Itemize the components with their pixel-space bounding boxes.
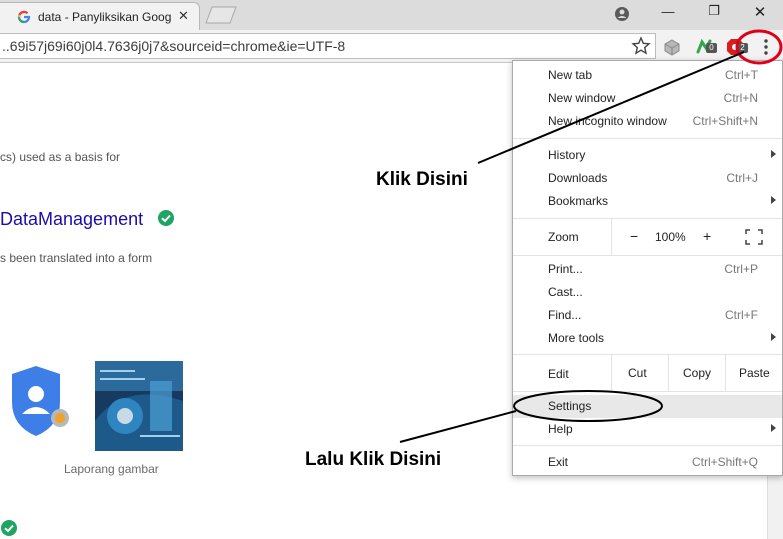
data-illustration-image[interactable] bbox=[95, 361, 183, 451]
submenu-arrow-icon bbox=[771, 150, 776, 158]
extension-badge: 0 bbox=[706, 43, 717, 53]
zoom-label: Zoom bbox=[548, 230, 579, 244]
chrome-menu-icon[interactable] bbox=[756, 37, 776, 57]
extension-badge: 2 bbox=[737, 43, 748, 53]
menu-zoom-row: Zoom − 100% + bbox=[513, 219, 782, 255]
cut-button[interactable]: Cut bbox=[611, 355, 668, 391]
edit-label: Edit bbox=[548, 367, 569, 381]
zoom-in-button[interactable]: + bbox=[703, 228, 711, 244]
menu-separator bbox=[513, 391, 782, 392]
menu-item-downloads[interactable]: Downloads Ctrl+J bbox=[513, 167, 782, 190]
bookmark-star-icon[interactable] bbox=[631, 36, 651, 56]
annotation-klik-disini: Klik Disini bbox=[376, 169, 468, 190]
menu-item-find[interactable]: Find... Ctrl+F bbox=[513, 304, 782, 327]
submenu-arrow-icon bbox=[771, 424, 776, 432]
tab-active[interactable]: data - Panyliksikan Googl ✕ bbox=[0, 2, 200, 30]
menu-separator bbox=[513, 255, 782, 256]
close-window-icon[interactable]: ✕ bbox=[748, 3, 772, 23]
toolbar: ..69i57j69i60j0l4.7636j0j7&sourceid=chro… bbox=[0, 30, 783, 63]
menu-item-new-tab[interactable]: New tab Ctrl+T bbox=[513, 64, 782, 87]
minimize-icon[interactable]: — bbox=[656, 4, 680, 24]
menu-edit-row: Edit Cut Copy Paste bbox=[513, 355, 782, 391]
image-label: Laporang gambar bbox=[64, 462, 159, 476]
profile-icon[interactable] bbox=[610, 4, 634, 24]
submenu-arrow-icon bbox=[771, 333, 776, 341]
chrome-main-menu: New tab Ctrl+T New window Ctrl+N New inc… bbox=[512, 60, 783, 476]
menu-item-cast[interactable]: Cast... bbox=[513, 281, 782, 304]
menu-separator bbox=[513, 445, 782, 446]
menu-item-print[interactable]: Print... Ctrl+P bbox=[513, 258, 782, 281]
fullscreen-icon[interactable] bbox=[745, 229, 763, 245]
result-link[interactable]: DataManagement bbox=[0, 209, 143, 230]
menu-item-history[interactable]: History bbox=[513, 144, 782, 167]
menu-item-bookmarks[interactable]: Bookmarks bbox=[513, 190, 782, 213]
menu-item-settings[interactable]: Settings bbox=[513, 395, 782, 418]
copy-button[interactable]: Copy bbox=[668, 355, 725, 391]
result-snippet: cs) used as a basis for bbox=[0, 150, 121, 164]
menu-item-help[interactable]: Help bbox=[513, 418, 782, 441]
verified-check-icon bbox=[158, 210, 174, 226]
maximize-icon[interactable]: ❐ bbox=[702, 3, 726, 23]
menu-item-more-tools[interactable]: More tools bbox=[513, 327, 782, 350]
address-bar[interactable]: ..69i57j69i60j0l4.7636j0j7&sourceid=chro… bbox=[0, 33, 656, 59]
account-shield-image[interactable] bbox=[0, 366, 72, 440]
menu-item-new-window[interactable]: New window Ctrl+N bbox=[513, 87, 782, 110]
menu-separator bbox=[513, 138, 782, 139]
browser-window: data - Panyliksikan Googl ✕ — ❐ ✕ ..69i5… bbox=[0, 0, 783, 539]
zoom-value: 100% bbox=[655, 230, 686, 244]
url-text: ..69i57j69i60j0l4.7636j0j7&sourceid=chro… bbox=[2, 38, 346, 54]
tab-close-icon[interactable]: ✕ bbox=[178, 8, 189, 24]
tab-title: data - Panyliksikan Googl bbox=[38, 10, 172, 24]
google-g-icon bbox=[17, 10, 31, 24]
annotation-lalu-klik-disini: Lalu Klik Disini bbox=[305, 449, 442, 470]
extension-cube-icon[interactable] bbox=[662, 37, 682, 57]
menu-item-exit[interactable]: Exit Ctrl+Shift+Q bbox=[513, 451, 782, 474]
verified-check-icon bbox=[1, 520, 17, 536]
paste-button[interactable]: Paste bbox=[725, 355, 782, 391]
zoom-out-button[interactable]: − bbox=[630, 228, 638, 244]
tab-strip: data - Panyliksikan Googl ✕ — ❐ ✕ bbox=[0, 0, 783, 30]
menu-item-new-incognito[interactable]: New incognito window Ctrl+Shift+N bbox=[513, 110, 782, 133]
submenu-arrow-icon bbox=[771, 196, 776, 204]
new-tab-button[interactable] bbox=[204, 6, 238, 24]
result-snippet: s been translated into a form bbox=[0, 251, 153, 265]
page-scrollbar[interactable] bbox=[767, 476, 783, 539]
